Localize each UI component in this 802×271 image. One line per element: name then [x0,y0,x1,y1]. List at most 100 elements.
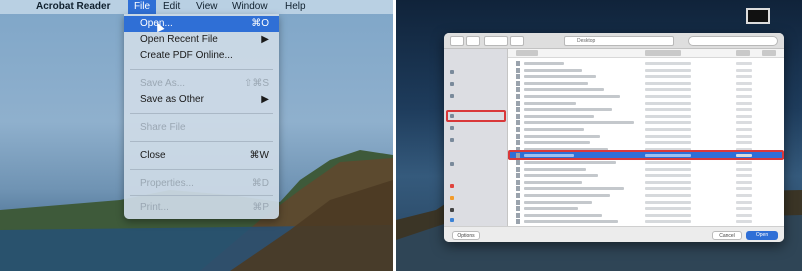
group-button[interactable] [510,36,524,46]
file-size-placeholder [736,121,752,125]
menu-bar: Acrobat Reader File Edit View Window Hel… [0,0,393,14]
pdf-file-icon [516,120,520,126]
menu-item-save-as-other[interactable]: Save as Other ▶ [124,92,279,108]
sidebar-heading [450,55,506,64]
menu-separator [130,113,273,114]
file-size-placeholder [736,220,752,224]
column-header-kind[interactable] [762,50,776,56]
file-date-placeholder [645,62,691,65]
file-row[interactable] [508,218,784,225]
file-name-placeholder [524,180,582,184]
file-name-placeholder [524,81,588,85]
file-date-placeholder [645,213,691,217]
pdf-file-icon [516,94,520,99]
file-list-header [508,49,784,58]
sidebar-item[interactable] [450,159,506,168]
submenu-arrow-icon: ▶ [261,94,269,105]
file-name-placeholder [524,200,592,204]
sidebar-item[interactable] [450,91,506,100]
file-name-placeholder [524,187,624,191]
file-size-placeholder [736,180,752,184]
open-button[interactable]: Open [746,231,778,240]
sidebar-item[interactable] [450,79,506,88]
menu-file[interactable]: File [128,0,156,14]
sidebar-tag[interactable] [450,205,506,214]
file-date-placeholder [645,121,691,125]
pdf-file-icon [516,219,520,225]
dialog-sidebar [444,49,508,226]
sidebar-tag[interactable] [450,181,506,190]
pdf-file-icon [516,100,520,106]
menu-item-open[interactable]: Open... ⌘O [124,16,279,32]
file-name-placeholder [524,108,612,112]
file-name-placeholder [524,101,576,105]
file-size-placeholder [736,128,752,131]
menu-item-create-pdf-online[interactable]: Create PDF Online... [124,48,279,64]
menu-help[interactable]: Help [285,0,306,14]
column-header-name[interactable] [516,50,538,56]
sidebar-item[interactable] [450,67,506,76]
file-date-placeholder [645,68,691,72]
sidebar-item[interactable] [450,123,506,132]
back-button[interactable] [450,36,464,46]
tag-icon [450,184,454,188]
menu-item-print[interactable]: Print... ⌘P [124,200,279,216]
file-size-placeholder [736,174,752,178]
menu-item-save-as[interactable]: Save As... ⇧⌘S [124,76,279,92]
file-name-placeholder [524,62,564,65]
options-button[interactable]: Options [452,231,480,240]
file-size-placeholder [736,167,752,171]
pdf-file-icon [516,179,520,185]
sidebar-item[interactable] [450,135,506,144]
file-date-placeholder [645,108,691,112]
menu-item-share-file[interactable]: Share File [124,120,279,136]
file-date-placeholder [645,161,691,164]
menu-item-properties[interactable]: Properties... ⌘D [124,176,279,192]
app-name[interactable]: Acrobat Reader [36,0,110,14]
left-screen: Acrobat Reader File Edit View Window Hel… [0,0,393,271]
file-name-placeholder [524,161,616,164]
sidebar-tag[interactable] [450,193,506,202]
menu-item-close[interactable]: Close ⌘W [124,148,279,164]
file-size-placeholder [736,114,752,118]
folder-icon [450,70,454,74]
file-name-placeholder [524,207,578,211]
file-name-placeholder [524,167,586,171]
file-size-placeholder [736,194,752,197]
pdf-file-icon [516,74,520,80]
menu-item-open-recent[interactable]: Open Recent File ▶ [124,32,279,48]
pdf-file-icon [516,107,520,113]
pdf-file-icon [516,61,520,66]
file-name-placeholder [524,95,620,98]
view-mode-button[interactable] [484,36,508,46]
screenshot: Acrobat Reader File Edit View Window Hel… [0,0,802,271]
folder-icon [450,94,454,98]
file-name-placeholder [524,213,602,217]
sidebar-tag[interactable] [450,215,506,224]
file-date-placeholder [645,194,691,197]
folder-icon [450,126,454,130]
location-popup[interactable]: Desktop [564,36,674,46]
annotation-highlight-desktop [446,110,506,122]
file-size-placeholder [736,207,752,211]
file-size-placeholder [736,81,752,85]
folder-icon [450,138,454,142]
file-size-placeholder [736,213,752,217]
tag-icon [450,208,454,212]
menu-window[interactable]: Window [232,0,268,14]
file-name-placeholder [524,220,618,224]
file-date-placeholder [645,75,691,79]
forward-button[interactable] [466,36,480,46]
file-size-placeholder [736,187,752,191]
pdf-file-icon [516,140,520,146]
file-date-placeholder [645,187,691,191]
file-size-placeholder [736,88,752,92]
file-name-placeholder [524,121,634,125]
file-date-placeholder [645,88,691,92]
column-header-date[interactable] [645,50,681,56]
search-input[interactable] [688,36,778,46]
cancel-button[interactable]: Cancel [712,231,742,240]
menu-view[interactable]: View [196,0,218,14]
column-header-size[interactable] [736,50,750,56]
menu-edit[interactable]: Edit [163,0,180,14]
